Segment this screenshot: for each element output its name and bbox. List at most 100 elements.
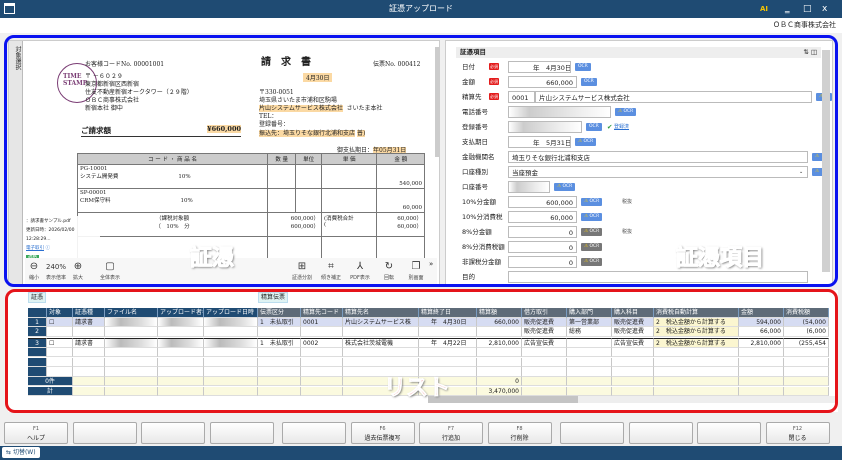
grid-cell[interactable]: 販売促進費 bbox=[522, 327, 567, 337]
grid-cell[interactable]: 2 税込金額から計算する bbox=[654, 338, 739, 348]
grid-cell[interactable] bbox=[258, 327, 301, 337]
grid-cell[interactable] bbox=[301, 367, 343, 377]
grid-cell[interactable] bbox=[158, 367, 204, 377]
row-checkbox[interactable] bbox=[47, 367, 73, 377]
fields-scrollbar[interactable] bbox=[822, 50, 830, 272]
grid-cell[interactable] bbox=[73, 327, 105, 337]
minimize-button[interactable]: ‗ bbox=[785, 0, 790, 18]
grid-cell[interactable] bbox=[343, 357, 419, 367]
new-window-button[interactable]: ❐ 別画面 bbox=[399, 260, 433, 281]
info-icon[interactable]: ⓘ bbox=[45, 246, 50, 251]
column-header[interactable]: 金額 bbox=[739, 308, 784, 318]
row-checkbox[interactable]: ☐ bbox=[47, 317, 73, 328]
column-header[interactable]: アップロード者名 bbox=[158, 308, 204, 318]
ocr-badge[interactable]: OCR bbox=[581, 228, 603, 236]
grid-cell[interactable] bbox=[158, 317, 204, 328]
function-key-blank[interactable] bbox=[697, 422, 761, 444]
grid-cell[interactable] bbox=[612, 367, 654, 377]
row-checkbox[interactable] bbox=[47, 347, 73, 358]
grid-cell[interactable]: 片山システムサービス株 bbox=[343, 317, 419, 328]
fit-all-button[interactable]: ▢ 全体表示 bbox=[93, 260, 127, 281]
grid-cell[interactable] bbox=[73, 347, 105, 358]
grid-cell[interactable] bbox=[739, 347, 784, 358]
grid-cell[interactable]: 0002 bbox=[301, 338, 343, 348]
grid-cell[interactable]: 広告宣伝費 bbox=[522, 338, 567, 348]
grid-cell[interactable] bbox=[477, 367, 522, 377]
grid-cell[interactable] bbox=[612, 347, 654, 358]
column-header[interactable]: 消費税自動計算 bbox=[654, 308, 739, 318]
column-header[interactable]: 証憑種 bbox=[73, 308, 105, 318]
ocr-badge[interactable]: OCR bbox=[581, 78, 597, 86]
grid-cell[interactable] bbox=[343, 327, 419, 337]
ocr-badge[interactable]: OCR bbox=[615, 108, 637, 116]
grid-cell[interactable] bbox=[158, 347, 204, 358]
column-header[interactable]: 精算終了日 bbox=[419, 308, 477, 318]
grid-cell[interactable]: 年 4月22日 bbox=[419, 338, 477, 348]
column-header[interactable]: 借方取引 bbox=[522, 308, 567, 318]
column-header[interactable]: 精算先コード bbox=[301, 308, 343, 318]
grid-cell[interactable]: 販売促進費 bbox=[612, 317, 654, 328]
grid-cell[interactable] bbox=[105, 357, 158, 367]
ocr-badge[interactable]: OCR bbox=[575, 63, 591, 71]
grid-cell[interactable] bbox=[343, 347, 419, 358]
field-input[interactable]: 0 bbox=[508, 256, 577, 268]
close-button[interactable]: x bbox=[822, 0, 827, 18]
column-header[interactable]: ファイル名 bbox=[105, 308, 158, 318]
grid-cell[interactable] bbox=[105, 347, 158, 358]
expand-icon[interactable]: » bbox=[429, 260, 433, 268]
grid-cell[interactable] bbox=[301, 327, 343, 337]
grid-cell[interactable]: 販売促進費 bbox=[612, 327, 654, 337]
grid-cell[interactable] bbox=[612, 357, 654, 367]
grid-cell[interactable]: 2 税込金額から計算する bbox=[654, 317, 739, 328]
ocr-badge[interactable]: OCR bbox=[575, 138, 597, 146]
grid-cell[interactable]: 販売促進費 bbox=[522, 317, 567, 328]
grid-cell[interactable]: (6,000 bbox=[784, 327, 829, 337]
field-input[interactable] bbox=[508, 121, 582, 133]
row-checkbox[interactable] bbox=[47, 357, 73, 367]
ocr-badge[interactable]: OCR bbox=[581, 243, 603, 251]
grid-cell[interactable] bbox=[301, 347, 343, 358]
grid-cell[interactable] bbox=[158, 357, 204, 367]
payee-code-input[interactable]: 0001 bbox=[508, 91, 535, 103]
grid-cell[interactable]: 594,000 bbox=[739, 317, 784, 328]
function-key-F8[interactable]: F8 行削除 bbox=[487, 422, 552, 444]
function-key-F7[interactable]: F7 行追加 bbox=[419, 422, 483, 444]
grid-cell[interactable] bbox=[301, 357, 343, 367]
ai-icon[interactable]: AI bbox=[760, 0, 768, 18]
grid-cell[interactable] bbox=[567, 367, 612, 377]
switch-button[interactable]: ⇆ 切替(W) bbox=[2, 447, 40, 458]
grid-cell[interactable] bbox=[258, 347, 301, 358]
field-input[interactable]: 600,000 bbox=[508, 196, 577, 208]
field-input[interactable] bbox=[508, 181, 550, 193]
grid-cell[interactable] bbox=[105, 338, 158, 348]
ocr-badge[interactable]: OCR bbox=[554, 183, 576, 191]
function-key-blank[interactable] bbox=[628, 422, 693, 444]
grid-cell[interactable]: 総務 bbox=[567, 327, 612, 337]
field-input[interactable]: 片山システムサービス株式会社 bbox=[535, 91, 812, 103]
grid-cell[interactable] bbox=[158, 338, 204, 348]
field-input[interactable]: 660,000 bbox=[508, 76, 577, 88]
row-checkbox[interactable] bbox=[47, 327, 73, 337]
field-input[interactable]: 当座預金 bbox=[508, 166, 808, 178]
grid-cell[interactable] bbox=[739, 357, 784, 367]
grid-cell[interactable] bbox=[784, 367, 829, 377]
grid-cell[interactable] bbox=[522, 367, 567, 377]
grid-cell[interactable] bbox=[567, 347, 612, 358]
grid-cell[interactable]: 株式会社茨城電機 bbox=[343, 338, 419, 348]
grid-cell[interactable] bbox=[204, 367, 258, 377]
grid-cell[interactable] bbox=[739, 367, 784, 377]
grid-cell[interactable]: 広告宣伝費 bbox=[612, 338, 654, 348]
grid-cell[interactable]: 請求書 bbox=[73, 338, 105, 348]
viewer-scrollbar[interactable] bbox=[435, 47, 440, 157]
grid-cell[interactable] bbox=[204, 327, 258, 337]
grid-cell[interactable] bbox=[105, 367, 158, 377]
grid-cell[interactable] bbox=[204, 338, 258, 348]
field-input[interactable]: 0 bbox=[508, 241, 577, 253]
grid-cell[interactable]: 660,000 bbox=[477, 317, 522, 328]
function-key-blank[interactable] bbox=[141, 422, 205, 444]
grid-cell[interactable]: 2,810,000 bbox=[477, 338, 522, 348]
target-select-tab[interactable]: 対象選択 bbox=[9, 41, 23, 287]
field-input[interactable] bbox=[508, 271, 808, 283]
function-key-F1[interactable]: F1 ヘルプ bbox=[4, 422, 68, 444]
grid-cell[interactable] bbox=[477, 347, 522, 358]
